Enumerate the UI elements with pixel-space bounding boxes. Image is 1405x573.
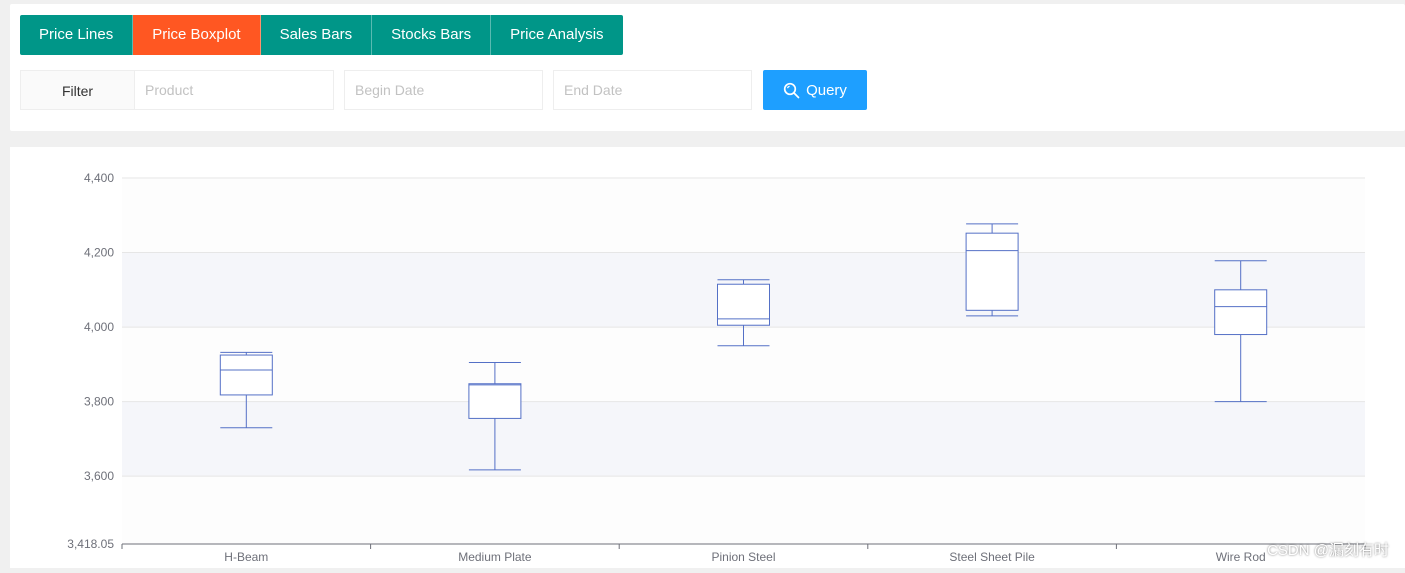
split-area-band [122, 476, 1365, 544]
tab-price-lines[interactable]: Price Lines [20, 15, 134, 55]
y-tick-label: 3,418.05 [67, 537, 114, 551]
tab-price-analysis[interactable]: Price Analysis [491, 15, 623, 55]
x-tick-label: H-Beam [224, 550, 268, 564]
chart-card: 4,400 4,200 4,000 3,800 3,600 3,418.05 H-Beam M… [10, 147, 1405, 568]
x-tick-label: Steel Sheet Pile [949, 550, 1035, 564]
iqr-box [468, 383, 522, 419]
watermark: CSDN @漏刻有时 [1267, 542, 1389, 559]
y-tick-label: 3,600 [84, 469, 114, 483]
boxplot-chart: 4,400 4,200 4,000 3,800 3,600 3,418.05 H-Beam M… [67, 171, 1366, 564]
box-steel-sheet-pile[interactable] [965, 223, 1019, 317]
iqr-box [219, 354, 273, 396]
x-tick-label: Pinion Steel [711, 550, 775, 564]
x-tick-label: Medium Plate [458, 550, 532, 564]
query-button[interactable]: Query [763, 70, 867, 110]
y-tick-label: 4,400 [84, 171, 114, 185]
begin-date-input[interactable] [344, 70, 543, 110]
tab-stocks-bars[interactable]: Stocks Bars [372, 15, 492, 55]
iqr-box [1214, 289, 1268, 336]
split-area-band [122, 178, 1365, 253]
y-tick-label: 4,200 [84, 246, 114, 260]
query-label: Query [806, 81, 847, 99]
y-tick-label: 4,000 [84, 320, 114, 334]
tab-sales-bars[interactable]: Sales Bars [260, 15, 373, 55]
search-icon [783, 82, 800, 98]
iqr-box [965, 232, 1019, 311]
tab-bar: Price Lines Price Boxplot Sales Bars Sto… [20, 15, 623, 55]
filter-label: Filter [20, 70, 135, 110]
toolbar-card: Price Lines Price Boxplot Sales Bars Sto… [10, 4, 1405, 131]
x-tick-label: Wire Rod [1216, 550, 1266, 564]
split-area-band [122, 401, 1365, 477]
product-input[interactable] [134, 70, 334, 110]
y-tick-label: 3,800 [84, 395, 114, 409]
tab-price-boxplot[interactable]: Price Boxplot [133, 15, 261, 55]
end-date-input[interactable] [553, 70, 752, 110]
